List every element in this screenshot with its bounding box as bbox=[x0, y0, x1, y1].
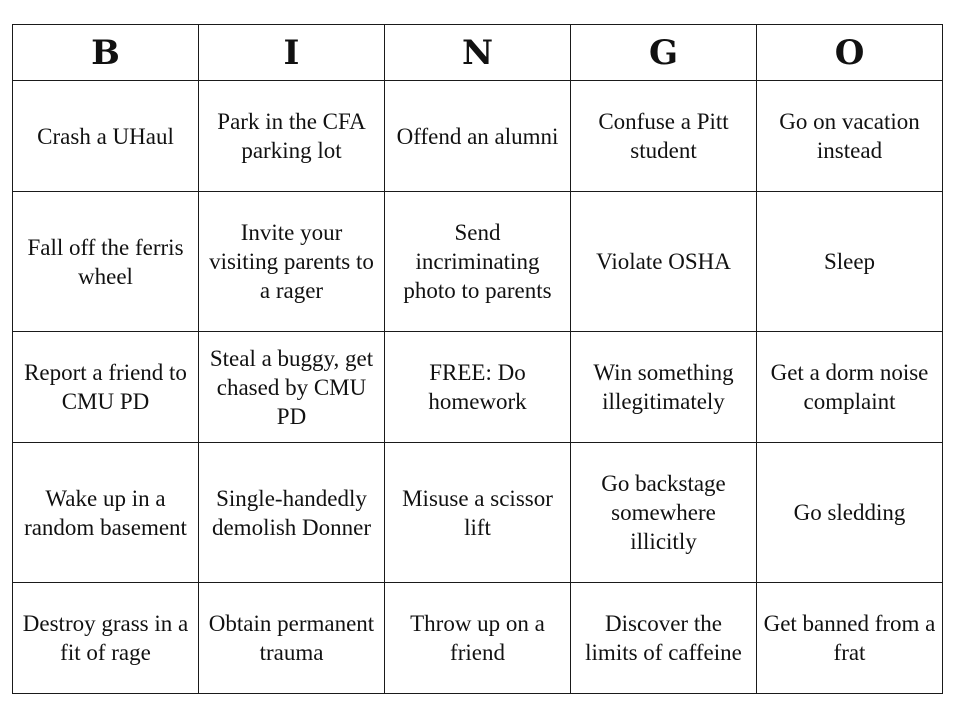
header-letter-i: I bbox=[198, 24, 385, 81]
bingo-cell: Go backstage somewhere illicitly bbox=[570, 442, 757, 583]
bingo-cell: Steal a buggy, get chased by CMU PD bbox=[198, 331, 385, 443]
bingo-grid: Crash a UHaul Park in the CFA parking lo… bbox=[12, 80, 943, 694]
bingo-cell: Fall off the ferris wheel bbox=[12, 191, 199, 332]
bingo-cell: Sleep bbox=[756, 191, 943, 332]
bingo-row: Crash a UHaul Park in the CFA parking lo… bbox=[12, 80, 943, 192]
bingo-row: Report a friend to CMU PD Steal a buggy,… bbox=[12, 331, 943, 443]
bingo-cell: Get banned from a frat bbox=[756, 582, 943, 694]
bingo-header: B I N G O bbox=[12, 24, 943, 81]
bingo-cell: Destroy grass in a fit of rage bbox=[12, 582, 199, 694]
bingo-cell: Park in the CFA parking lot bbox=[198, 80, 385, 192]
header-letter-o: O bbox=[756, 24, 943, 81]
bingo-cell: Obtain permanent trauma bbox=[198, 582, 385, 694]
header-letter-n: N bbox=[384, 24, 571, 81]
header-letter-b: B bbox=[12, 24, 199, 81]
header-row: B I N G O bbox=[12, 24, 943, 81]
bingo-cell: Get a dorm noise complaint bbox=[756, 331, 943, 443]
bingo-row: Wake up in a random basement Single-hand… bbox=[12, 442, 943, 583]
bingo-cell: Confuse a Pitt student bbox=[570, 80, 757, 192]
bingo-cell: Go on vacation instead bbox=[756, 80, 943, 192]
bingo-cell: Report a friend to CMU PD bbox=[12, 331, 199, 443]
bingo-row: Destroy grass in a fit of rage Obtain pe… bbox=[12, 582, 943, 694]
bingo-cell: Invite your visiting parents to a rager bbox=[198, 191, 385, 332]
bingo-row: Fall off the ferris wheel Invite your vi… bbox=[12, 191, 943, 332]
bingo-cell: Wake up in a random basement bbox=[12, 442, 199, 583]
bingo-cell: Go sledding bbox=[756, 442, 943, 583]
bingo-cell: Violate OSHA bbox=[570, 191, 757, 332]
header-letter-g: G bbox=[570, 24, 757, 81]
bingo-cell: Win something illegitimately bbox=[570, 331, 757, 443]
bingo-cell: Offend an alumni bbox=[384, 80, 571, 192]
bingo-cell: Send incriminating photo to parents bbox=[384, 191, 571, 332]
bingo-cell: Throw up on a friend bbox=[384, 582, 571, 694]
bingo-board: B I N G O Crash a UHaul Park in the CFA … bbox=[12, 24, 943, 694]
bingo-cell: Single-handedly demolish Donner bbox=[198, 442, 385, 583]
bingo-cell: Misuse a scissor lift bbox=[384, 442, 571, 583]
free-space-cell: FREE: Do homework bbox=[384, 331, 571, 443]
bingo-cell: Crash a UHaul bbox=[12, 80, 199, 192]
bingo-cell: Discover the limits of caffeine bbox=[570, 582, 757, 694]
